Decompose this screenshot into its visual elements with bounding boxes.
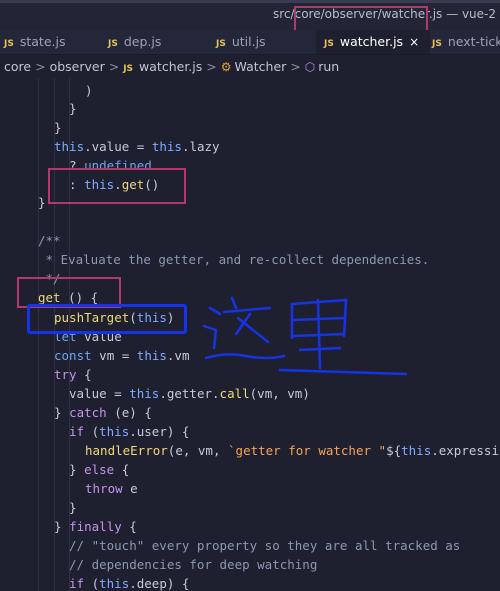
breadcrumb-item-observer[interactable]: observer [50,59,105,74]
code-line: throw e [85,481,138,496]
code-line: // "touch" every property so they are al… [69,538,461,553]
tab-label: next-tick.js [447,34,500,49]
code-line: value = this.getter.call(vm, vm) [69,386,310,401]
code-line: try { [54,367,92,382]
annotation-box-push-target [27,304,187,334]
breadcrumb-item-method[interactable]: run [318,59,339,74]
tab-label: dep.js [123,34,162,49]
code-line: } [69,500,77,515]
js-file-icon: JS [4,39,14,49]
js-file-icon: JS [123,64,134,74]
js-file-icon: JS [324,39,334,49]
chevron-right-icon: > [290,59,301,74]
code-line: this.value = this.lazy [54,139,220,154]
code-line: * Evaluate the getter, and re-collect de… [38,252,430,267]
code-line: } [38,195,46,210]
tab-dep-js[interactable]: JS dep.js [108,30,204,54]
breadcrumb-item-file[interactable]: watcher.js [139,59,202,74]
chevron-right-icon: > [108,59,120,74]
breadcrumb-item-class[interactable]: Watcher [235,59,287,74]
tab-label: state.js [19,34,66,49]
close-icon[interactable]: × [409,35,419,49]
tab-state-js[interactable]: JS state.js [4,30,100,54]
code-line: // dependencies for deep watching [69,557,318,572]
annotation-box-this-get [48,168,186,204]
code-line: } finally { [54,519,137,534]
code-line: } else { [69,462,130,477]
class-icon: ⚙ [220,60,232,74]
method-icon: ⬡ [304,60,316,74]
editor-tab-bar: JS state.js JS dep.js JS util.js JS watcher.… [0,30,500,55]
js-file-icon: JS [432,39,442,49]
handwritten-annotation-text [202,296,408,376]
tab-label: util.js [231,34,266,49]
code-line: } catch (e) { [54,405,152,420]
code-line: const vm = this.vm [54,348,190,363]
code-line: handleError(e, vm, `getter for watcher "… [85,443,500,458]
js-file-icon: JS [108,39,118,49]
tab-watcher-js[interactable]: JS watcher.js × [316,30,430,54]
code-line: } [54,120,62,135]
chevron-right-icon: > [35,59,46,74]
js-file-icon: JS [216,39,226,49]
chevron-right-icon: > [206,59,217,74]
breadcrumb: core > observer > JS watcher.js > ⚙ Watcher > ⬡ run [0,55,500,78]
code-line: /** [38,233,61,248]
breadcrumb-item-core[interactable]: core [4,59,31,74]
code-line: } [69,101,77,116]
code-line: if (this.deep) { [69,576,190,591]
tab-next-tick-js[interactable]: JS next-tick.js [432,30,500,54]
tab-label: watcher.js [339,34,404,49]
code-line: if (this.user) { [69,424,190,439]
code-line: ) [85,83,93,98]
tab-util-js[interactable]: JS util.js [216,30,312,54]
top-strip [0,0,500,3]
